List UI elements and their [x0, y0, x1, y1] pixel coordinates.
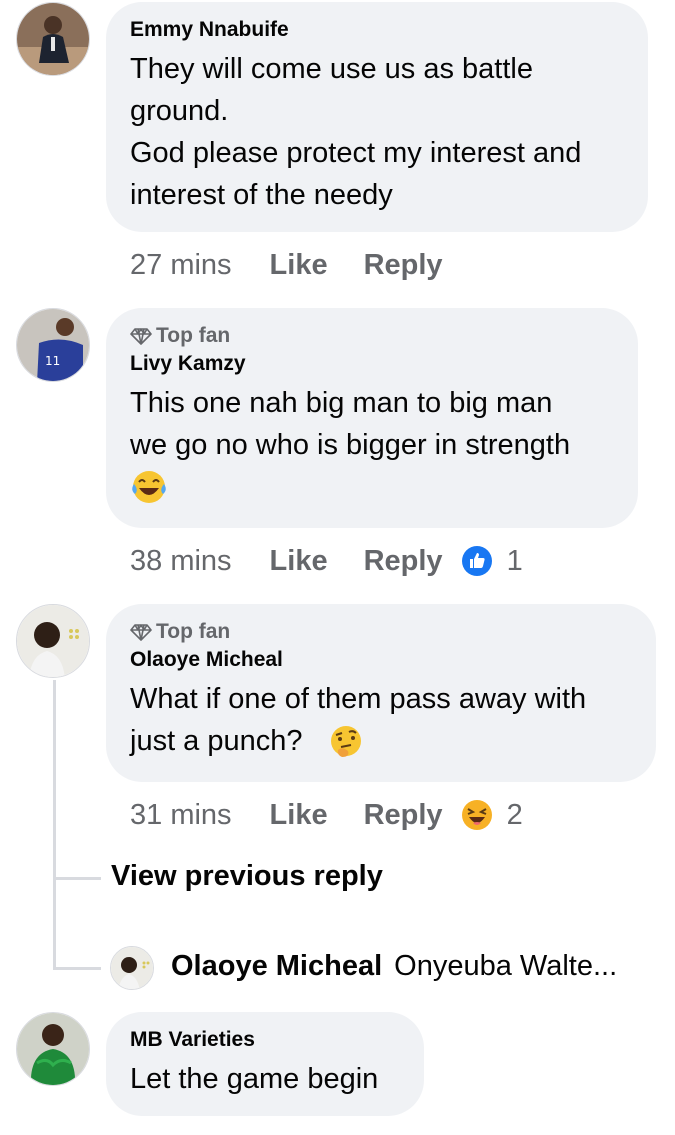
diamond-icon: [130, 624, 152, 641]
thread-connector: [53, 967, 101, 970]
comment-time[interactable]: 38 mins: [130, 545, 232, 578]
reply-button[interactable]: Reply: [364, 799, 443, 832]
avatar-mb-varieties[interactable]: [16, 1012, 90, 1086]
diamond-icon: [130, 328, 152, 345]
reaction-count: 1: [506, 544, 523, 577]
reply-preview[interactable]: Olaoye Micheal Onyeuba Walte...: [171, 950, 651, 983]
comment-author[interactable]: Emmy Nnabuife: [130, 18, 624, 42]
thinking-face-emoji-icon: [331, 726, 361, 757]
comment-bubble: Top fan Livy Kamzy This one nah big man …: [106, 308, 638, 528]
laughing-tears-emoji-icon: [132, 471, 166, 503]
avatar-photo: [17, 1013, 89, 1085]
comment-author[interactable]: Livy Kamzy: [130, 352, 614, 376]
comment-author[interactable]: Olaoye Micheal: [130, 648, 632, 672]
comment-bubble: Emmy Nnabuife They will come use us as b…: [106, 2, 648, 232]
view-previous-reply-link[interactable]: View previous reply: [111, 860, 383, 893]
reply-button[interactable]: Reply: [364, 545, 443, 578]
avatar-photo: [17, 3, 89, 75]
comment-time[interactable]: 31 mins: [130, 799, 232, 832]
comment-text: Let the game begin: [130, 1063, 379, 1095]
badge-label: Top fan: [156, 620, 231, 643]
badge-label: Top fan: [156, 324, 231, 347]
thread-line: [53, 680, 56, 970]
comment-text: What if one of them pass away with just …: [130, 683, 587, 757]
avatar-livy-kamzy[interactable]: 11: [16, 308, 90, 382]
avatar-photo: [17, 605, 89, 677]
avatar-photo: 11: [17, 309, 89, 381]
top-fan-badge: Top fan: [130, 324, 614, 348]
comment-actions: 31 mins Like Reply 2: [130, 795, 523, 835]
thread-connector: [53, 877, 101, 880]
comment-text: This one nah big man to big man we go no…: [130, 387, 571, 461]
svg-text:11: 11: [45, 354, 60, 368]
reply-author[interactable]: Olaoye Micheal: [171, 950, 382, 982]
comment-time[interactable]: 27 mins: [130, 249, 232, 282]
haha-icon[interactable]: [461, 799, 493, 831]
like-icon[interactable]: [461, 545, 493, 577]
avatar-olaoye-micheal-small[interactable]: [110, 946, 154, 990]
comment-actions: 38 mins Like Reply 1: [130, 541, 523, 581]
comment-text: They will come use us as battle ground. …: [130, 53, 582, 211]
avatar-olaoye-micheal[interactable]: [16, 604, 90, 678]
top-fan-badge: Top fan: [130, 620, 632, 644]
comment-actions: 27 mins Like Reply: [130, 245, 461, 285]
comment-bubble: MB Varieties Let the game begin: [106, 1012, 424, 1116]
like-button[interactable]: Like: [270, 799, 328, 832]
comment-bubble: Top fan Olaoye Micheal What if one of th…: [106, 604, 656, 782]
reply-button[interactable]: Reply: [364, 249, 443, 282]
comment-author[interactable]: MB Varieties: [130, 1028, 400, 1052]
reaction-count: 2: [506, 798, 523, 831]
like-button[interactable]: Like: [270, 545, 328, 578]
avatar-emmy-nnabuife[interactable]: [16, 2, 90, 76]
reply-snippet: Onyeuba Walte...: [394, 950, 618, 982]
like-button[interactable]: Like: [270, 249, 328, 282]
avatar-photo: [111, 947, 153, 989]
